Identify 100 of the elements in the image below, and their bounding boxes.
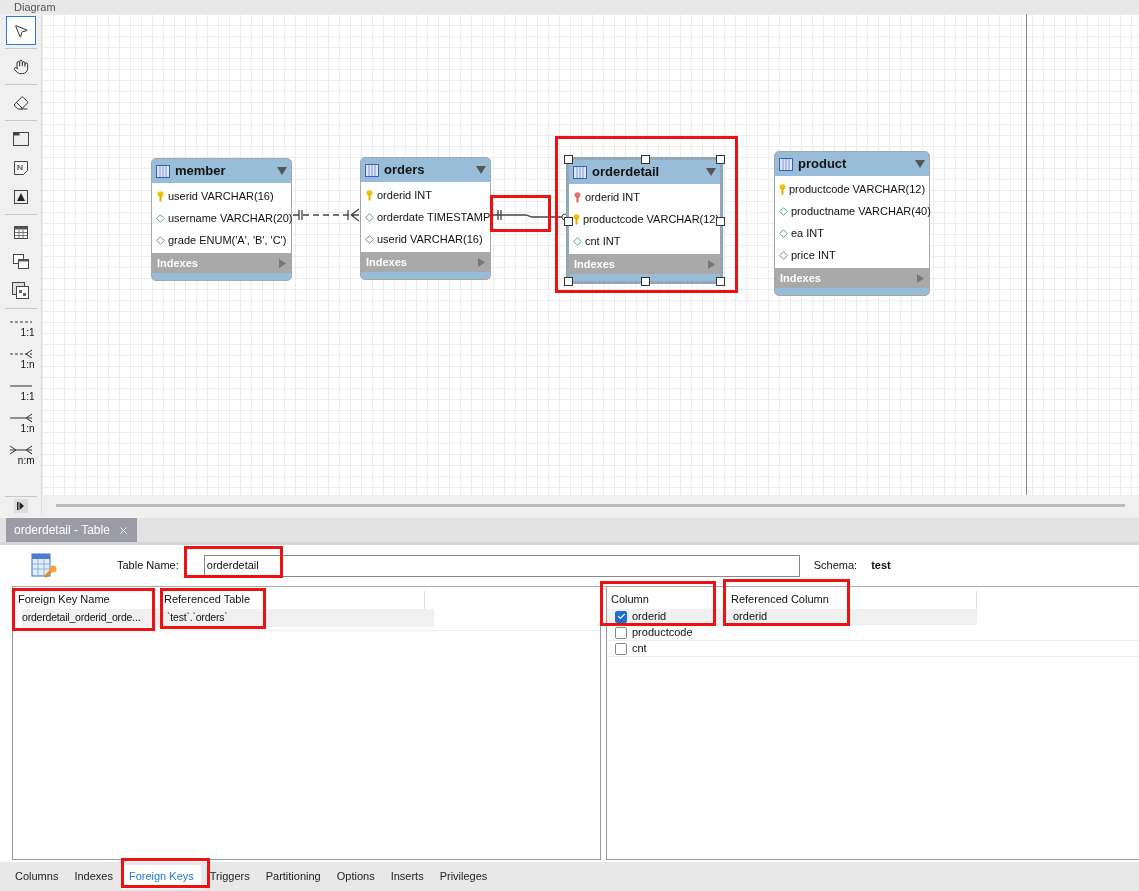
resize-handle[interactable] [716, 277, 725, 286]
column-header[interactable]: Column [607, 590, 727, 609]
column-name: productcode [632, 625, 693, 641]
entity-name: orderdetail [592, 163, 661, 182]
collapse-icon[interactable] [476, 166, 486, 174]
collapse-icon[interactable] [706, 168, 716, 176]
diamond-icon [779, 206, 788, 216]
column-name: cnt [632, 641, 647, 657]
editor-section-tab[interactable]: Partitioning [258, 864, 328, 889]
resize-handle[interactable] [564, 277, 573, 286]
field-label: Table Name: [117, 558, 179, 574]
eraser-icon [12, 94, 29, 111]
table-cell-text: `test`.`orders` [166, 610, 228, 626]
field-label: Schema: [813, 558, 858, 574]
relationship-line[interactable] [292, 208, 360, 222]
table-icon [573, 165, 587, 179]
diamond-icon [156, 235, 165, 245]
column-entry: productcode VARCHAR(12) [583, 211, 720, 227]
column-entry: productcode VARCHAR(12) [789, 181, 926, 197]
resize-handle[interactable] [640, 277, 650, 286]
tool-button[interactable]: 1:n [5, 344, 36, 376]
note-icon [13, 160, 28, 175]
entity-table[interactable]: orderdetail orderid INT productcode VARCHAR(12) cnt INT Indexes [567, 158, 722, 283]
scroll-toggle-button[interactable] [13, 499, 28, 513]
diamond-icon [573, 236, 582, 246]
play-icon [17, 502, 24, 510]
column-header[interactable]: Foreign Key Name [13, 590, 159, 609]
tool-button[interactable]: 1:1 [5, 376, 36, 408]
editor-section-tab[interactable]: Privileges [432, 864, 495, 889]
collapse-icon[interactable] [915, 160, 925, 168]
schema-value: test [871, 558, 891, 574]
column-entry: grade ENUM('A', 'B', 'C') [168, 232, 287, 248]
relationship-tool-icon [8, 445, 33, 455]
collapse-icon[interactable] [277, 167, 287, 175]
checkbox[interactable] [615, 626, 627, 639]
column-name: orderid [632, 609, 667, 625]
entity-name: product [798, 155, 848, 174]
diamond-icon [365, 212, 374, 222]
resize-handle[interactable] [716, 155, 725, 164]
expand-icon [708, 259, 715, 269]
column-entry: userid VARCHAR(16) [377, 231, 483, 247]
table-settings-icon [31, 551, 57, 580]
checkbox[interactable] [615, 610, 627, 623]
table-icon [156, 164, 170, 178]
editor-section-tab[interactable]: Inserts [383, 864, 431, 889]
resize-handle[interactable] [564, 155, 573, 164]
resize-handle[interactable] [640, 155, 650, 164]
hand-icon [12, 58, 29, 75]
editor-section-tab[interactable]: Options [329, 864, 382, 889]
check-icon [616, 612, 626, 621]
column-entry: username VARCHAR(20) [168, 210, 293, 226]
expand-icon [279, 258, 286, 268]
diamond-icon [779, 228, 788, 238]
relationship-tool-icon [8, 413, 33, 423]
editor-section-tab[interactable]: Indexes [67, 864, 120, 889]
table-icon [365, 163, 379, 177]
column-entry: cnt INT [585, 233, 621, 249]
expand-icon [478, 257, 485, 267]
diamond-icon [156, 213, 165, 223]
close-icon[interactable] [117, 524, 129, 536]
entity-table[interactable]: member userid VARCHAR(16) username VARCHAR(20) grade ENUM('A', 'B', 'C') Indexes [151, 158, 292, 281]
entity-table[interactable]: orders orderid INT orderdate TIMESTAMP userid VARCHAR(16) Indexes [360, 157, 491, 280]
table-name-field[interactable]: orderdetail [203, 554, 800, 577]
highlight-box [490, 195, 551, 232]
column-entry: productname VARCHAR(40) [791, 203, 931, 219]
column-entry: orderid INT [585, 189, 641, 205]
checkbox[interactable] [615, 642, 627, 655]
key-icon [573, 213, 580, 225]
expand-icon [917, 273, 924, 283]
tool-button[interactable]: 1:1 [5, 312, 36, 344]
layer-icon [12, 131, 29, 146]
relationship-tool-icon [8, 349, 33, 359]
indexes-label: Indexes [574, 256, 615, 272]
entity-name: member [175, 162, 227, 181]
pointer-icon [12, 22, 29, 39]
editor-section-tab[interactable]: Triggers [202, 864, 257, 889]
entity-name: orders [384, 161, 426, 180]
indexes-label: Indexes [780, 270, 821, 286]
resize-handle[interactable] [716, 216, 725, 226]
column-entry: orderdate TIMESTAMP [377, 209, 491, 225]
tool-button[interactable]: 1:n [5, 408, 36, 440]
resize-handle[interactable] [564, 216, 573, 226]
key-icon [157, 190, 164, 202]
panel-title: Diagram [14, 0, 56, 14]
indexes-label: Indexes [366, 254, 407, 270]
key-icon [574, 191, 581, 203]
tool-button[interactable]: n:m [5, 440, 36, 472]
column-entry: userid VARCHAR(16) [168, 188, 274, 204]
foreign-key-row[interactable]: orderdetail_orderid_orde... `test`.`orders` [22, 609, 434, 627]
routine-icon [12, 282, 29, 299]
relationship-line[interactable] [491, 209, 569, 221]
key-icon [779, 183, 786, 195]
entity-table[interactable]: product productcode VARCHAR(12) productname VARCHAR(40) ea INT price INT Indexes [774, 151, 930, 296]
diamond-icon [779, 250, 788, 260]
column-entry: orderid INT [377, 187, 433, 203]
column-entry: price INT [791, 247, 836, 263]
column-entry: ea INT [791, 225, 824, 241]
editor-section-tab[interactable]: Columns [8, 864, 66, 889]
table-icon [779, 157, 793, 171]
table-cell-text: orderdetail_orderid_orde... [22, 610, 142, 626]
